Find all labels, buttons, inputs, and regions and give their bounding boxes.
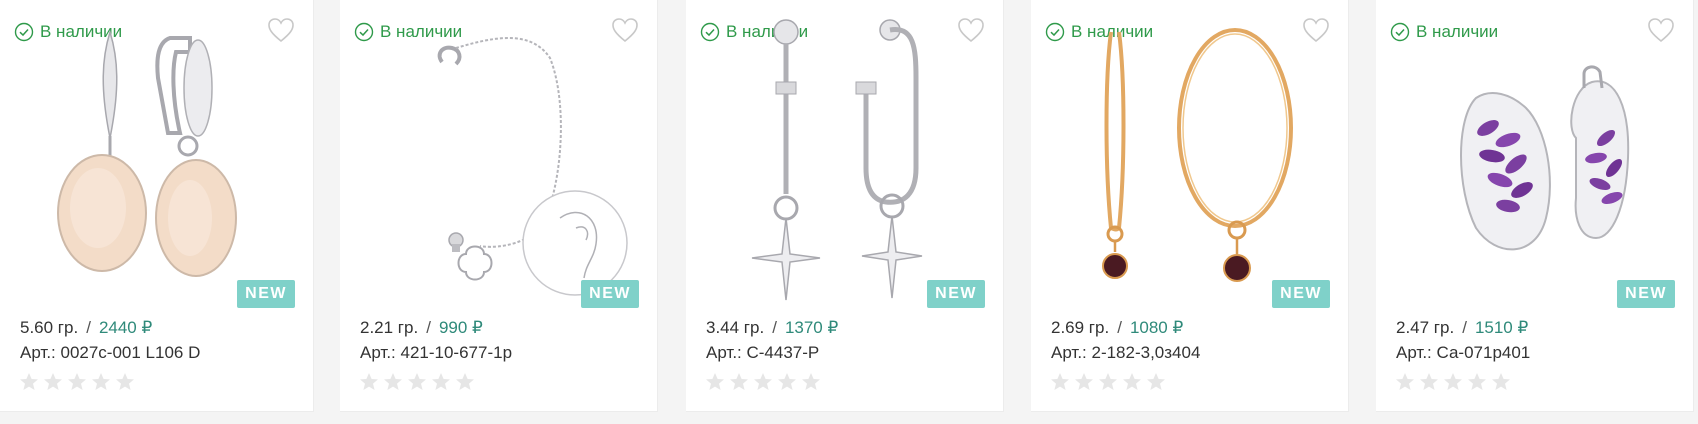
weight-price: 5.60 гр. / 2440 ₽	[20, 318, 152, 338]
star-icon[interactable]	[705, 372, 725, 392]
weight: 3.44 гр.	[706, 318, 765, 337]
product-card[interactable]: В наличии NEW 2.69 гр./1080 ₽ Арт.: 2-18…	[1031, 0, 1349, 412]
star-hoop-earrings-icon[interactable]	[726, 18, 976, 308]
check-circle-icon	[1045, 22, 1065, 42]
star-icon[interactable]	[753, 372, 773, 392]
rating-stars[interactable]	[705, 372, 821, 392]
product-card[interactable]: В наличии NEW 5.60 гр./2440 ₽ Арт.: 0027…	[0, 0, 314, 412]
star-icon[interactable]	[19, 372, 39, 392]
product-card[interactable]: В наличии NEW 2.47 гр./1510 ₽ Арт.: Са-0…	[1376, 0, 1694, 412]
weight-price: 3.44 гр. / 1370 ₽	[706, 318, 838, 338]
new-badge: NEW	[1617, 280, 1675, 308]
product-card[interactable]: В наличии NEW 2.21 гр./990 ₽ Арт.: 421-1…	[340, 0, 658, 412]
star-icon[interactable]	[1146, 372, 1166, 392]
price: 990 ₽	[438, 318, 483, 337]
check-circle-icon	[1390, 22, 1410, 42]
separator: /	[1462, 318, 1467, 337]
star-icon[interactable]	[1419, 372, 1439, 392]
rating-stars[interactable]	[1050, 372, 1166, 392]
star-icon[interactable]	[1074, 372, 1094, 392]
star-icon[interactable]	[1050, 372, 1070, 392]
star-icon[interactable]	[801, 372, 821, 392]
new-badge: NEW	[1272, 280, 1330, 308]
weight-price: 2.69 гр. / 1080 ₽	[1051, 318, 1183, 338]
weight-price: 2.21 гр. / 990 ₽	[360, 318, 483, 338]
separator: /	[426, 318, 431, 337]
chain-ear-cuff-icon[interactable]	[380, 18, 630, 308]
new-badge: NEW	[237, 280, 295, 308]
weight: 2.21 гр.	[360, 318, 419, 337]
star-icon[interactable]	[1122, 372, 1142, 392]
check-circle-icon	[354, 22, 374, 42]
separator: /	[772, 318, 777, 337]
star-icon[interactable]	[777, 372, 797, 392]
separator: /	[86, 318, 91, 337]
check-circle-icon	[700, 22, 720, 42]
star-icon[interactable]	[407, 372, 427, 392]
article-number: Арт.: 421-10-677-1р	[360, 343, 513, 362]
amethyst-cluster-earrings-icon[interactable]	[1416, 18, 1666, 308]
star-icon[interactable]	[455, 372, 475, 392]
price: 1080 ₽	[1129, 318, 1184, 337]
star-icon[interactable]	[431, 372, 451, 392]
price: 1370 ₽	[784, 318, 839, 337]
drop-earrings-pink-stone-icon[interactable]	[40, 18, 290, 308]
star-icon[interactable]	[1467, 372, 1487, 392]
star-icon[interactable]	[1098, 372, 1118, 392]
weight-price: 2.47 гр. / 1510 ₽	[1396, 318, 1528, 338]
weight: 5.60 гр.	[20, 318, 79, 337]
star-icon[interactable]	[91, 372, 111, 392]
gold-hoop-garnet-earrings-icon[interactable]	[1071, 18, 1321, 308]
check-circle-icon	[14, 22, 34, 42]
weight: 2.69 гр.	[1051, 318, 1110, 337]
weight: 2.47 гр.	[1396, 318, 1455, 337]
rating-stars[interactable]	[359, 372, 475, 392]
article-number: Арт.: Са-071р401	[1396, 343, 1531, 362]
star-icon[interactable]	[67, 372, 87, 392]
product-card[interactable]: В наличии NEW 3.44 гр./1370 ₽ Арт.: С-44…	[686, 0, 1004, 412]
product-grid: В наличии NEW 5.60 гр./2440 ₽ Арт.: 0027…	[0, 0, 1698, 412]
star-icon[interactable]	[43, 372, 63, 392]
new-badge: NEW	[581, 280, 639, 308]
star-icon[interactable]	[1491, 372, 1511, 392]
star-icon[interactable]	[383, 372, 403, 392]
star-icon[interactable]	[729, 372, 749, 392]
price: 1510 ₽	[1474, 318, 1529, 337]
rating-stars[interactable]	[19, 372, 135, 392]
article-number: Арт.: 0027с-001 L106 D	[20, 343, 201, 362]
price: 2440 ₽	[98, 318, 153, 337]
star-icon[interactable]	[359, 372, 379, 392]
star-icon[interactable]	[115, 372, 135, 392]
rating-stars[interactable]	[1395, 372, 1511, 392]
new-badge: NEW	[927, 280, 985, 308]
article-number: Арт.: С-4437-Р	[706, 343, 820, 362]
star-icon[interactable]	[1395, 372, 1415, 392]
star-icon[interactable]	[1443, 372, 1463, 392]
article-number: Арт.: 2-182-3,0з404	[1051, 343, 1201, 362]
separator: /	[1117, 318, 1122, 337]
